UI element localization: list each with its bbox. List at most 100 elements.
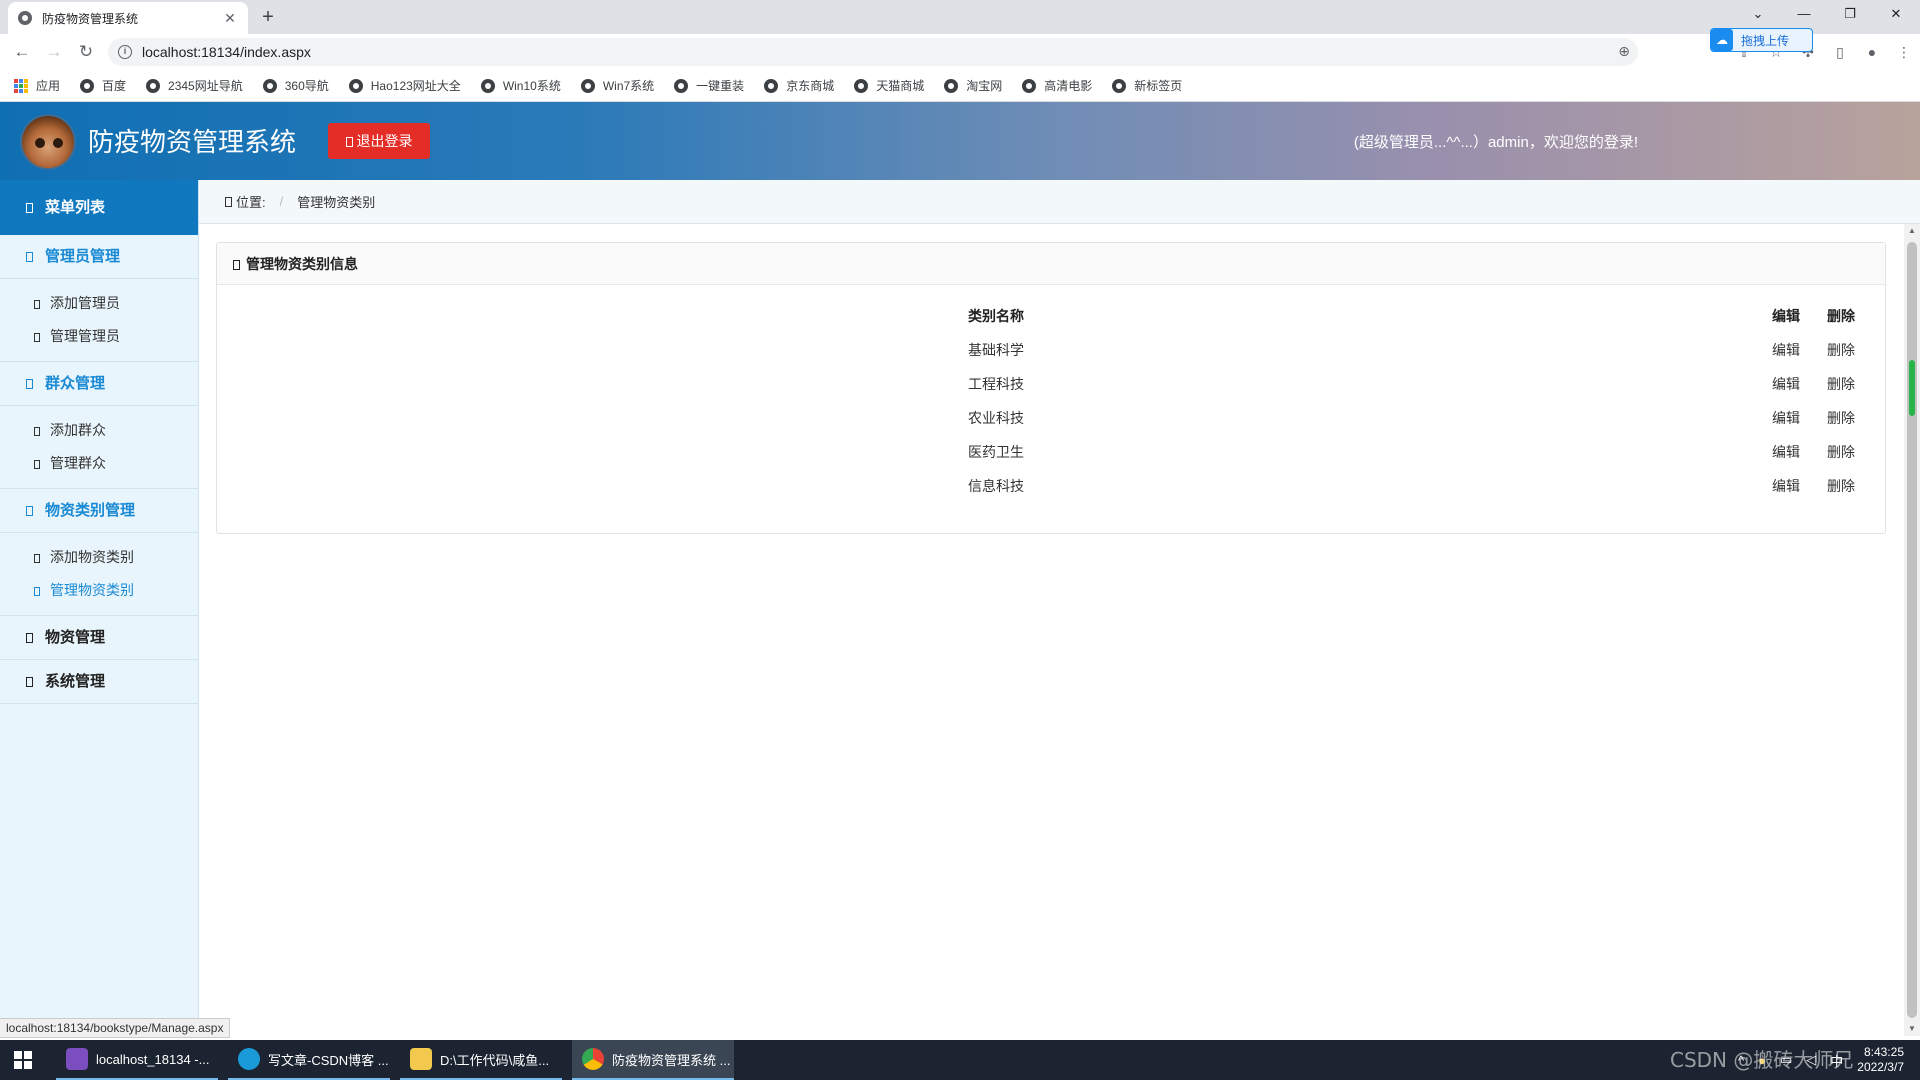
delete-link[interactable]: 删除 xyxy=(1827,410,1855,426)
bookmark-item[interactable]: Hao123网址大全 xyxy=(348,77,461,94)
avatar-logo xyxy=(20,114,76,170)
forward-icon[interactable]: → xyxy=(42,40,66,64)
sidepanel-icon[interactable]: ▯ xyxy=(1824,40,1856,64)
edit-link[interactable]: 编辑 xyxy=(1772,444,1800,460)
category-name: 农业科技 xyxy=(968,410,1024,426)
sidebar-item-add-public[interactable]: 添加群众 xyxy=(0,414,198,447)
item-icon xyxy=(34,333,40,342)
new-tab-button[interactable]: + xyxy=(256,6,280,30)
taskbar-item-chrome[interactable]: 防疫物资管理系统 ... xyxy=(572,1040,734,1080)
category-name: 信息科技 xyxy=(968,478,1024,494)
taskbar-item-explorer[interactable]: D:\工作代码\咸鱼... xyxy=(400,1040,562,1080)
sidebar-item-manage-admin[interactable]: 管理管理员 xyxy=(0,320,198,353)
sidebar-group-supplies[interactable]: 物资管理 xyxy=(0,616,198,660)
folder-icon xyxy=(26,633,33,643)
group-label: 群众管理 xyxy=(45,375,106,392)
bookmark-item[interactable]: Win10系统 xyxy=(480,77,561,94)
upload-button[interactable]: ☁ 拖拽上传 xyxy=(1710,28,1813,52)
edit-link[interactable]: 编辑 xyxy=(1772,410,1800,426)
delete-link[interactable]: 删除 xyxy=(1827,478,1855,494)
address-bar[interactable]: i localhost:18134/index.aspx ⊕ xyxy=(108,38,1638,66)
restore-button[interactable]: ❐ xyxy=(1827,0,1873,30)
back-icon[interactable]: ← xyxy=(10,40,34,64)
folder-icon xyxy=(26,379,33,389)
table-row: 农业科技 编辑 删除 xyxy=(217,401,1885,435)
scroll-up-icon[interactable]: ▲ xyxy=(1904,224,1920,238)
vertical-scrollbar[interactable]: ▲ ▼ xyxy=(1904,224,1920,1036)
profile-icon[interactable]: ● xyxy=(1856,40,1888,64)
window-controls: ⌄ — ❐ ✕ xyxy=(1735,0,1919,30)
taskbar-item-edge[interactable]: 写文章-CSDN博客 ... xyxy=(228,1040,390,1080)
bookmark-label: 百度 xyxy=(102,79,127,93)
item-label: 添加物资类别 xyxy=(50,549,134,565)
edit-link[interactable]: 编辑 xyxy=(1772,342,1800,358)
bookmark-item[interactable]: 2345网址导航 xyxy=(146,77,243,94)
sidebar-item-manage-public[interactable]: 管理群众 xyxy=(0,447,198,480)
zoom-icon[interactable]: ⊕ xyxy=(1618,43,1630,60)
menu-icon xyxy=(26,203,33,213)
bookmark-item[interactable]: 百度 xyxy=(80,77,126,94)
delete-link[interactable]: 删除 xyxy=(1827,444,1855,460)
bookmark-item[interactable]: Win7系统 xyxy=(580,77,654,94)
bookmark-item[interactable]: 高清电影 xyxy=(1022,77,1092,94)
bookmark-item[interactable]: 一键重装 xyxy=(674,77,744,94)
sidebar-item-add-admin[interactable]: 添加管理员 xyxy=(0,287,198,320)
group-label: 物资管理 xyxy=(45,629,106,646)
globe-icon xyxy=(674,78,689,93)
link-status-bar: localhost:18134/bookstype/Manage.aspx xyxy=(0,1018,231,1038)
delete-link[interactable]: 删除 xyxy=(1827,342,1855,358)
tab-search-icon[interactable]: ⌄ xyxy=(1735,0,1781,30)
sidebar-item-add-category[interactable]: 添加物资类别 xyxy=(0,541,198,574)
globe-icon xyxy=(1112,78,1127,93)
edit-link[interactable]: 编辑 xyxy=(1772,376,1800,392)
sidebar-group-public[interactable]: 群众管理 xyxy=(0,362,198,406)
bookmark-label: 高清电影 xyxy=(1044,79,1093,93)
taskbar-item-label: D:\工作代码\咸鱼... xyxy=(440,1052,550,1068)
bookmark-item[interactable]: 淘宝网 xyxy=(944,77,1002,94)
group-label: 管理员管理 xyxy=(45,248,121,265)
clock[interactable]: 8:43:25 2022/3/7 xyxy=(1857,1045,1904,1075)
sidebar-item-manage-category[interactable]: 管理物资类别 xyxy=(0,574,198,607)
tab-close-icon[interactable]: ✕ xyxy=(222,10,238,27)
globe-icon xyxy=(764,78,779,93)
bookmark-item[interactable]: 新标签页 xyxy=(1112,77,1182,94)
minimize-button[interactable]: — xyxy=(1781,0,1827,30)
panel-header: 管理物资类别信息 xyxy=(217,243,1885,285)
delete-link[interactable]: 删除 xyxy=(1827,376,1855,392)
edit-link[interactable]: 编辑 xyxy=(1772,478,1800,494)
sidebar-group-category[interactable]: 物资类别管理 xyxy=(0,489,198,533)
folder-icon xyxy=(410,1048,432,1070)
apps-grid-icon xyxy=(14,78,28,93)
scroll-thumb[interactable] xyxy=(1907,242,1917,1018)
group-label: 系统管理 xyxy=(45,673,106,690)
breadcrumb-separator: / xyxy=(279,194,284,209)
globe-icon xyxy=(80,78,95,93)
bookmark-label: 新标签页 xyxy=(1134,79,1183,93)
browser-toolbar: ← → ↻ i localhost:18134/index.aspx ⊕ ⇪ ☆… xyxy=(0,34,1920,70)
sidebar-group-admin[interactable]: 管理员管理 xyxy=(0,235,198,279)
bookmark-label: 淘宝网 xyxy=(966,79,1003,93)
item-label: 管理物资类别 xyxy=(50,582,134,598)
browser-tab[interactable]: 防疫物资管理系统 ✕ xyxy=(8,2,248,34)
visual-studio-icon xyxy=(66,1048,88,1070)
scroll-down-icon[interactable]: ▼ xyxy=(1904,1022,1920,1036)
bookmark-item[interactable]: 京东商城 xyxy=(764,77,834,94)
sidebar-group-system[interactable]: 系统管理 xyxy=(0,660,198,704)
edge-icon xyxy=(238,1048,260,1070)
col-header-edit: 编辑 xyxy=(1772,308,1800,324)
bookmark-item[interactable]: 天猫商城 xyxy=(854,77,924,94)
bookmark-apps[interactable]: 应用 xyxy=(14,77,60,94)
app-header: 防疫物资管理系统 退出登录 (超级管理员...^^...）admin，欢迎您的登… xyxy=(0,102,1920,180)
tab-title: 防疫物资管理系统 xyxy=(42,11,139,26)
start-button[interactable] xyxy=(0,1040,46,1080)
sidebar-submenu-public: 添加群众 管理群众 xyxy=(0,406,198,489)
logout-button[interactable]: 退出登录 xyxy=(328,123,430,159)
breadcrumb-current[interactable]: 管理物资类别 xyxy=(297,192,375,211)
bookmark-item[interactable]: 360导航 xyxy=(262,77,329,94)
menu-icon[interactable]: ⋮ xyxy=(1888,40,1920,64)
reload-icon[interactable]: ↻ xyxy=(74,40,98,64)
taskbar-item-vs[interactable]: localhost_18134 -... xyxy=(56,1040,218,1080)
close-window-button[interactable]: ✕ xyxy=(1873,0,1919,30)
folder-icon xyxy=(26,252,33,262)
info-icon[interactable]: i xyxy=(118,45,132,59)
